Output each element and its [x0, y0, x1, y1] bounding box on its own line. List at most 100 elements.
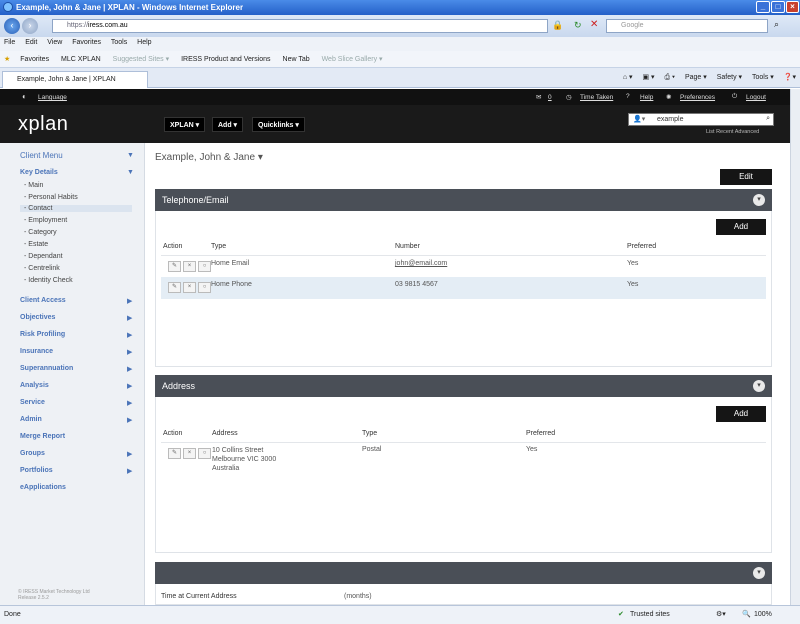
home-icon[interactable]: ⌂ ▾: [623, 74, 633, 81]
menu-favorites[interactable]: Favorites: [72, 39, 101, 46]
sidebar-item-estate[interactable]: - Estate: [24, 241, 48, 248]
collapse-icon[interactable]: ▾: [753, 567, 765, 579]
collapse-icon[interactable]: ▾: [753, 380, 765, 392]
chevron-right-icon[interactable]: ▶: [127, 314, 132, 322]
zone-text[interactable]: Trusted sites: [630, 611, 670, 618]
favorites-label[interactable]: Favorites: [20, 56, 49, 63]
favorites-star-icon[interactable]: ★: [4, 56, 10, 63]
fav-suggested-sites[interactable]: Suggested Sites ▾: [113, 56, 169, 63]
logout-link[interactable]: Logout: [746, 94, 766, 101]
delete-icon[interactable]: ×: [183, 282, 196, 293]
back-icon[interactable]: ‹: [4, 18, 20, 34]
edit-icon[interactable]: ✎: [168, 448, 181, 459]
zoom-level[interactable]: 100%: [754, 611, 772, 618]
fav-mlc-xplan[interactable]: MLC XPLAN: [61, 56, 101, 63]
sidebar-portfolios[interactable]: Portfolios: [20, 467, 53, 474]
comment-icon[interactable]: ○: [198, 261, 211, 272]
menu-tools[interactable]: Tools: [111, 39, 127, 46]
chevron-right-icon[interactable]: ▶: [127, 348, 132, 356]
preferences-link[interactable]: Preferences: [680, 94, 715, 101]
time-taken-link[interactable]: Time Taken: [580, 94, 613, 101]
help-link[interactable]: Help: [640, 94, 653, 101]
close-window-button[interactable]: ×: [786, 1, 799, 13]
add-menu-button[interactable]: Add ▾: [212, 117, 244, 132]
chevron-right-icon[interactable]: ▶: [127, 297, 132, 305]
chevron-right-icon[interactable]: ▶: [127, 416, 132, 424]
chevron-right-icon[interactable]: ▶: [127, 450, 132, 458]
search-go-icon[interactable]: ⌕: [774, 19, 779, 30]
minimize-button[interactable]: _: [756, 1, 770, 13]
chevron-right-icon[interactable]: ▶: [127, 331, 132, 339]
sidebar-superannuation[interactable]: Superannuation: [20, 365, 73, 372]
browser-tab[interactable]: Example, John & Jane | XPLAN: [2, 71, 148, 88]
fav-web-slice-gallery[interactable]: Web Slice Gallery ▾: [322, 56, 383, 63]
person-dropdown-icon[interactable]: 👤▾: [633, 115, 645, 123]
protected-mode-icon[interactable]: ⚙▾: [716, 610, 726, 618]
delete-icon[interactable]: ×: [183, 261, 196, 272]
mail-icon[interactable]: ✉: [536, 93, 541, 101]
page-scrollbar[interactable]: [790, 89, 800, 605]
add-phone-button[interactable]: Add: [716, 219, 766, 235]
email-link[interactable]: john@email.com: [395, 260, 447, 267]
tools-menu[interactable]: Tools ▾: [752, 74, 774, 81]
quicklinks-menu-button[interactable]: Quicklinks ▾: [252, 117, 305, 132]
edit-icon[interactable]: ✎: [168, 282, 181, 293]
sidebar-item-category[interactable]: - Category: [24, 229, 57, 236]
fav-new-tab[interactable]: New Tab: [283, 56, 310, 63]
search-links[interactable]: List Recent Advanced: [706, 129, 759, 135]
search-input[interactable]: Google: [606, 19, 768, 33]
chevron-right-icon[interactable]: ▶: [127, 365, 132, 373]
xplan-menu-button[interactable]: XPLAN ▾: [164, 117, 206, 132]
sidebar-item-personal-habits[interactable]: - Personal Habits: [24, 194, 78, 201]
client-search-input[interactable]: 👤▾ example ⌕: [628, 113, 774, 126]
client-menu-header[interactable]: Client Menu: [20, 151, 63, 160]
sidebar-item-main[interactable]: - Main: [24, 182, 43, 189]
sidebar-item-centrelink[interactable]: - Centrelink: [24, 265, 60, 272]
sidebar-item-dependant[interactable]: - Dependant: [24, 253, 63, 260]
menu-file[interactable]: File: [4, 39, 15, 46]
forward-icon[interactable]: ›: [22, 18, 38, 34]
sidebar-eapplications[interactable]: eApplications: [20, 484, 66, 491]
sidebar-service[interactable]: Service: [20, 399, 45, 406]
sidebar-item-employment[interactable]: - Employment: [24, 217, 67, 224]
chevron-down-icon[interactable]: ▼: [127, 169, 134, 176]
edit-icon[interactable]: ✎: [168, 261, 181, 272]
sidebar-groups[interactable]: Groups: [20, 450, 45, 457]
delete-icon[interactable]: ×: [183, 448, 196, 459]
sidebar-item-contact[interactable]: - Contact: [20, 205, 132, 212]
chevron-down-icon[interactable]: ▼: [127, 152, 134, 159]
sidebar-risk-profiling[interactable]: Risk Profiling: [20, 331, 65, 338]
fav-iress-product[interactable]: IRESS Product and Versions: [181, 56, 271, 63]
menu-view[interactable]: View: [47, 39, 62, 46]
chevron-right-icon[interactable]: ▶: [127, 382, 132, 390]
xplan-logo[interactable]: xplan: [18, 113, 68, 136]
safety-menu[interactable]: Safety ▾: [717, 74, 742, 81]
sidebar-insurance[interactable]: Insurance: [20, 348, 53, 355]
comment-icon[interactable]: ○: [198, 448, 211, 459]
edit-button[interactable]: Edit: [720, 169, 772, 185]
url-input[interactable]: https://iress.com.au: [52, 19, 548, 33]
sidebar-key-details[interactable]: Key Details: [20, 169, 58, 176]
sidebar-merge-report[interactable]: Merge Report: [20, 433, 65, 440]
stop-icon[interactable]: ✕: [590, 19, 598, 30]
sidebar-item-identity-check[interactable]: - Identity Check: [24, 277, 73, 284]
language-link[interactable]: Language: [38, 94, 67, 101]
maximize-button[interactable]: □: [771, 1, 785, 13]
add-address-button[interactable]: Add: [716, 406, 766, 422]
search-icon[interactable]: ⌕: [766, 115, 770, 123]
menu-edit[interactable]: Edit: [25, 39, 37, 46]
zoom-icon[interactable]: 🔍: [742, 610, 751, 618]
sidebar-objectives[interactable]: Objectives: [20, 314, 55, 321]
lock-icon[interactable]: 🔒: [552, 20, 563, 31]
feeds-icon[interactable]: ▣ ▾: [642, 74, 654, 81]
menu-help[interactable]: Help: [137, 39, 151, 46]
page-menu[interactable]: Page ▾: [685, 74, 707, 81]
comment-icon[interactable]: ○: [198, 282, 211, 293]
sidebar-analysis[interactable]: Analysis: [20, 382, 49, 389]
chevron-right-icon[interactable]: ▶: [127, 399, 132, 407]
chevron-right-icon[interactable]: ▶: [127, 467, 132, 475]
client-breadcrumb[interactable]: Example, John & Jane ▾: [155, 152, 263, 163]
print-icon[interactable]: ⎙ ▾: [665, 74, 676, 81]
collapse-icon[interactable]: ▾: [753, 194, 765, 206]
sidebar-admin[interactable]: Admin: [20, 416, 42, 423]
